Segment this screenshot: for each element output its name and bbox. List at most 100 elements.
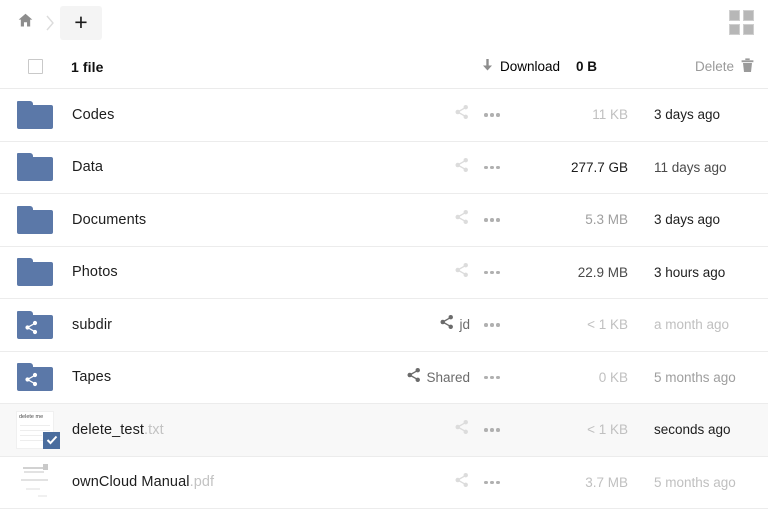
file-name-cell[interactable]: Documents xyxy=(72,212,146,228)
file-size: 3.7 MB xyxy=(585,474,628,490)
download-arrow-icon xyxy=(481,58,494,76)
breadcrumb-separator xyxy=(40,8,60,38)
download-action[interactable]: Download xyxy=(481,58,560,76)
selected-size: 0 B xyxy=(576,59,598,74)
share-action-cell[interactable] xyxy=(398,247,478,299)
ellipsis-icon xyxy=(484,428,500,432)
file-name-cell[interactable]: Photos xyxy=(72,264,118,280)
file-extension: .pdf xyxy=(189,474,215,491)
share-overlay-icon xyxy=(24,320,39,340)
ellipsis-icon xyxy=(484,113,500,117)
thumbnail-preview-text: delete me xyxy=(19,413,44,420)
file-icon-cell[interactable] xyxy=(10,310,60,340)
file-row[interactable]: subdir jd < 1 KB a month ago xyxy=(0,299,768,352)
grid-view-icon[interactable] xyxy=(728,10,754,36)
file-icon-cell[interactable] xyxy=(10,153,60,182)
file-name-cell[interactable]: subdir xyxy=(72,317,112,333)
file-name-cell[interactable]: delete_test.txt xyxy=(72,422,164,438)
row-menu-button[interactable] xyxy=(484,142,500,194)
row-menu-button[interactable] xyxy=(484,457,500,509)
grid-cell xyxy=(728,24,740,35)
file-name-cell[interactable]: Tapes xyxy=(72,369,111,385)
file-name-cell[interactable]: Codes xyxy=(72,107,114,123)
row-menu-button[interactable] xyxy=(484,247,500,299)
ellipsis-icon xyxy=(484,375,500,379)
file-modified-date: seconds ago xyxy=(654,422,731,438)
row-checkbox-checked[interactable] xyxy=(43,431,60,449)
share-icon xyxy=(454,419,470,440)
selection-summary: 1 file xyxy=(71,58,104,75)
share-action-cell[interactable] xyxy=(398,142,478,194)
file-row[interactable]: delete me delete_test.txt < 1 KB seconds ag… xyxy=(0,404,768,457)
share-icon xyxy=(454,209,470,230)
grid-cell xyxy=(742,10,754,21)
row-menu-button[interactable] xyxy=(484,194,500,246)
select-all-cell[interactable] xyxy=(10,59,60,74)
ellipsis-icon xyxy=(484,323,500,327)
select-all-checkbox[interactable] xyxy=(27,59,43,74)
share-icon xyxy=(454,472,470,493)
file-size: < 1 KB xyxy=(587,422,628,438)
file-name-cell[interactable]: Data xyxy=(72,159,103,175)
file-size: 11 KB xyxy=(592,107,628,123)
file-row[interactable]: Data 277.7 GB 11 days ago xyxy=(0,142,768,194)
share-action-cell[interactable] xyxy=(398,89,478,141)
file-name-cell[interactable]: ownCloud Manual.pdf xyxy=(72,474,214,490)
file-row[interactable]: Documents 5.3 MB 3 days ago xyxy=(0,194,768,247)
file-name: subdir xyxy=(72,316,113,333)
delete-action[interactable]: Delete xyxy=(694,57,754,76)
share-action-cell[interactable] xyxy=(398,457,478,509)
file-size: 5.3 MB xyxy=(585,212,628,228)
ellipsis-icon xyxy=(484,270,500,274)
trash-icon xyxy=(741,57,754,76)
delete-label: Delete xyxy=(694,59,734,74)
file-list-header: 1 file Download 0 B Delete xyxy=(0,45,768,89)
file-icon-cell[interactable] xyxy=(10,258,60,287)
share-icon xyxy=(439,314,455,335)
file-modified-date: 3 days ago xyxy=(654,107,721,123)
file-icon-cell[interactable] xyxy=(10,363,60,392)
file-row[interactable]: ownCloud Manual.pdf 3.7 MB 5 months ago xyxy=(0,457,768,509)
row-menu-button[interactable] xyxy=(484,299,500,351)
file-name: Photos xyxy=(72,264,118,281)
download-label: Download xyxy=(500,59,561,74)
new-item-button[interactable]: + xyxy=(60,5,102,40)
ellipsis-icon xyxy=(484,218,500,222)
row-menu-button[interactable] xyxy=(484,89,500,141)
share-icon xyxy=(454,157,470,178)
row-menu-button[interactable] xyxy=(484,404,500,456)
share-label: Shared xyxy=(426,369,470,385)
folder-icon xyxy=(17,205,53,234)
folder-icon xyxy=(17,310,53,340)
share-action-cell[interactable] xyxy=(398,404,478,456)
share-action-cell[interactable] xyxy=(398,194,478,246)
row-menu-button[interactable] xyxy=(484,352,500,404)
file-modified-date: 3 days ago xyxy=(654,212,721,228)
folder-icon xyxy=(17,363,53,392)
file-modified-date: 5 months ago xyxy=(654,369,736,385)
share-icon xyxy=(454,104,470,125)
file-icon-cell[interactable]: delete me xyxy=(10,410,60,449)
file-modified-date: a month ago xyxy=(654,317,730,333)
share-action-cell[interactable]: Shared xyxy=(398,352,478,404)
file-row[interactable]: Photos 22.9 MB 3 hours ago xyxy=(0,247,768,299)
file-name: Tapes xyxy=(72,369,112,386)
folder-icon xyxy=(17,258,53,287)
file-icon-cell[interactable] xyxy=(10,205,60,234)
file-row[interactable]: Codes 11 KB 3 days ago xyxy=(0,89,768,142)
file-name: ownCloud Manual xyxy=(72,474,190,491)
home-breadcrumb[interactable] xyxy=(10,8,40,38)
file-name: Codes xyxy=(72,106,115,123)
share-label: jd xyxy=(459,317,470,333)
plus-icon: + xyxy=(74,9,88,35)
grid-cell xyxy=(728,10,740,21)
file-modified-date: 5 months ago xyxy=(654,474,736,490)
share-action-cell[interactable]: jd xyxy=(398,299,478,351)
pdf-file-thumbnail xyxy=(16,462,54,503)
file-icon-cell[interactable] xyxy=(10,100,60,129)
file-name: Data xyxy=(72,159,104,176)
ellipsis-icon xyxy=(484,480,500,484)
file-size: < 1 KB xyxy=(587,317,628,333)
file-row[interactable]: Tapes Shared 0 KB 5 months ago xyxy=(0,352,768,404)
file-icon-cell[interactable] xyxy=(10,462,60,503)
